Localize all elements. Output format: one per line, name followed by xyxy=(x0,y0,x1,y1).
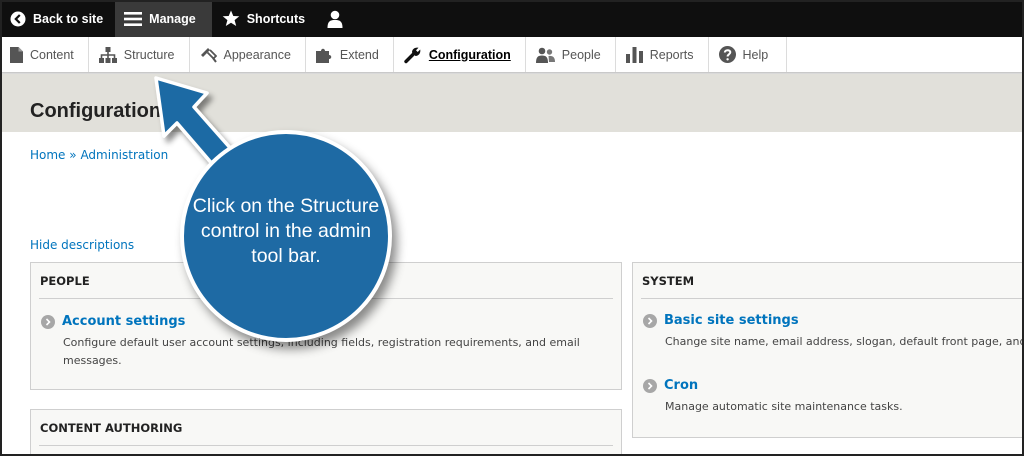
callout-bubble: Click on the Structure control in the ad… xyxy=(180,130,392,342)
callout-text: Click on the Structure control in the ad… xyxy=(192,194,380,267)
callout-arrow xyxy=(154,76,234,168)
